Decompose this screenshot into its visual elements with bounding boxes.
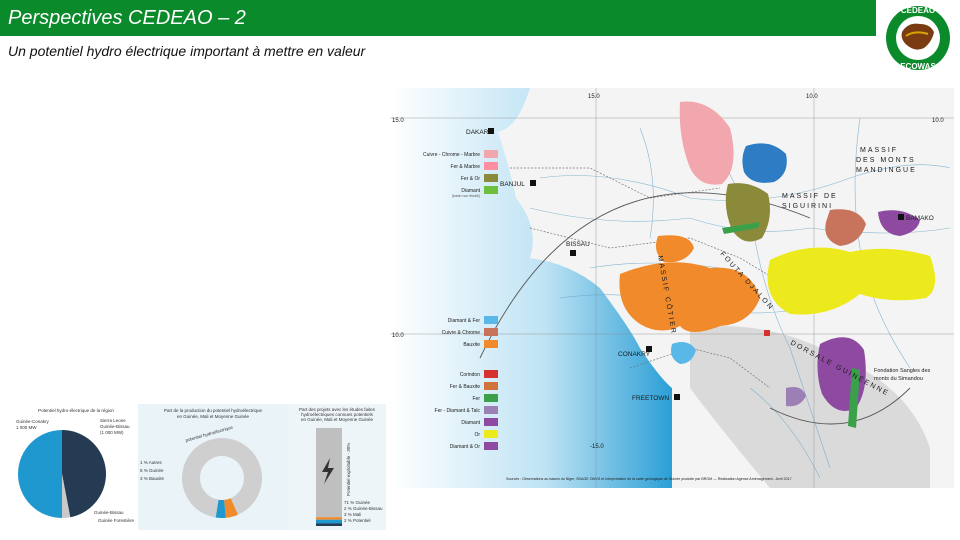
inset1-label-right-1: Sierra Leone <box>100 418 126 423</box>
inset1-label-left-1: Guinée-Conakry <box>16 419 50 424</box>
legend-swatch <box>484 382 498 390</box>
legend-swatch <box>484 442 498 450</box>
bar-segment <box>316 519 342 524</box>
grid-label-bottom: -15.0 <box>590 444 604 450</box>
label-massif-mandingue-3: MANDINGUE <box>856 167 917 174</box>
inset3-bar-label: Potentiel exploitable - 30% <box>346 443 351 496</box>
city-banjul: BANJUL <box>500 181 525 188</box>
legend-label: Bauxite <box>463 342 480 348</box>
inset2-title-1: Part de la production du potentiel hydro… <box>164 408 263 413</box>
grid-label-top-right: 10.0 <box>932 118 944 124</box>
city-bissau: BISSAU <box>566 241 590 248</box>
inset3-legend-2: 2 % Guinée-Bissau <box>344 506 383 511</box>
legend-swatch <box>484 150 498 158</box>
pie-slice <box>18 430 62 518</box>
legend-label: Fer <box>473 396 481 402</box>
city-bamako: BAMAKO <box>906 215 934 222</box>
legend-swatch <box>484 316 498 324</box>
legend-swatch <box>484 174 498 182</box>
grid-label-top-mid: 10.0 <box>806 94 818 100</box>
legend-label: Cuivre - Chrome - Marbre <box>423 152 480 158</box>
city-dakar: DAKAR <box>466 129 489 136</box>
inset2-legend-3: 3 % Bauxite <box>140 476 165 481</box>
inset2-legend-1: 1 % Autres <box>140 460 163 465</box>
map-source: Sources : Observations au bassin du Nige… <box>506 477 792 481</box>
inset2-legend-2: 5 % Guinée <box>140 468 164 473</box>
logo-top-text: CEDEAO <box>901 6 935 15</box>
zone-corindon <box>764 330 770 336</box>
label-massif-siguiri-1: MASSIF DE <box>782 193 838 200</box>
label-massif-mandingue-1: MASSIF <box>860 147 898 154</box>
grid-label-top-left: 15.0 <box>588 94 600 100</box>
inset1-label-right-2: Guinée-Bissau <box>100 424 130 429</box>
zone-fer-marbre <box>742 143 787 183</box>
legend-label: Fer & Bauxite <box>450 384 481 390</box>
legend-swatch <box>484 340 498 348</box>
grid-label-left-top: 15.0 <box>392 118 404 124</box>
logo-bottom-text: ECOWAS <box>900 62 936 71</box>
inset1-label-bottom-2: Guinée Forestière <box>98 518 135 523</box>
inset3-legend-4: 2 % Potentiel <box>344 518 371 523</box>
legend-swatch <box>484 162 498 170</box>
legend-swatch <box>484 418 498 426</box>
legend-swatch <box>484 370 498 378</box>
slide-title: Perspectives CEDEAO – 2 <box>8 7 246 29</box>
legend-swatch <box>484 186 498 194</box>
label-massif-siguiri-2: SIGUIRINI <box>782 203 833 210</box>
legend-swatch <box>484 430 498 438</box>
bar-segment <box>316 523 342 526</box>
slide-title-bar: Perspectives CEDEAO – 2 <box>0 0 876 36</box>
inset-pie-chart: Potentiel hydro-électrique de la région … <box>14 404 138 530</box>
legend-swatch <box>484 328 498 336</box>
slide-subtitle: Un potentiel hydro électrique important … <box>8 43 366 59</box>
grid-label-left-mid: 10.0 <box>392 333 404 339</box>
city-conakry: CONAKRY <box>618 351 651 358</box>
label-fond-guinee-2: monts du Simandou <box>874 376 923 382</box>
legend-label: Fer - Diamant & Talc <box>435 408 481 414</box>
mineral-map: MASSIF DES MONTS MANDINGUE MASSIF DE SIG… <box>390 88 954 488</box>
legend-label: Diamant & Fer <box>448 318 481 324</box>
inset-ring-chart: Part de la production du potentiel hydro… <box>138 404 288 530</box>
pie-slice <box>62 430 107 518</box>
inset3-title-3: en Guinée, Mali et Moyenne Guinée <box>301 417 374 422</box>
inset1-pie <box>18 430 107 518</box>
label-fond-guinee-1: Fondation Sangles des <box>874 368 931 374</box>
inset-bar-chart: Part des projets avec les études faites … <box>288 404 386 530</box>
legend-label: Or <box>474 432 480 438</box>
legend-label: Cuivre & Chrome <box>442 330 481 336</box>
inset3-legend-1: 71 % Guinée <box>344 500 371 505</box>
cedeao-logo: CEDEAO ECOWAS <box>886 6 950 71</box>
label-massif-mandingue-2: DES MONTS <box>856 157 916 164</box>
legend-label: Fer & Marbre <box>451 164 481 170</box>
legend-label: Diamant <box>461 420 480 426</box>
bar-segment <box>316 517 342 520</box>
legend-label: Corindon <box>460 372 481 378</box>
inset1-label-right-3: (1 000 MW) <box>100 430 124 435</box>
inset3-legend-3: 3 % Mali <box>344 512 361 517</box>
city-freetown: FREETOWN <box>632 395 669 402</box>
legend-label: Diamant & Or <box>450 444 481 450</box>
inset1-label-left-2: 1 000 MW <box>16 425 37 430</box>
inset1-label-bottom-1: Guinée-Bissau <box>94 510 124 515</box>
legend-label: Fer & Or <box>461 176 481 182</box>
inset3-stacked-bar <box>316 428 342 526</box>
legend-note: (basin non étudié) <box>452 194 480 198</box>
legend-swatch <box>484 394 498 402</box>
inset2-title-2: en Guinée, Mali et Moyenne Guinée <box>177 414 250 419</box>
legend-swatch <box>484 406 498 414</box>
inset1-title: Potentiel hydro-électrique de la région <box>38 408 114 413</box>
